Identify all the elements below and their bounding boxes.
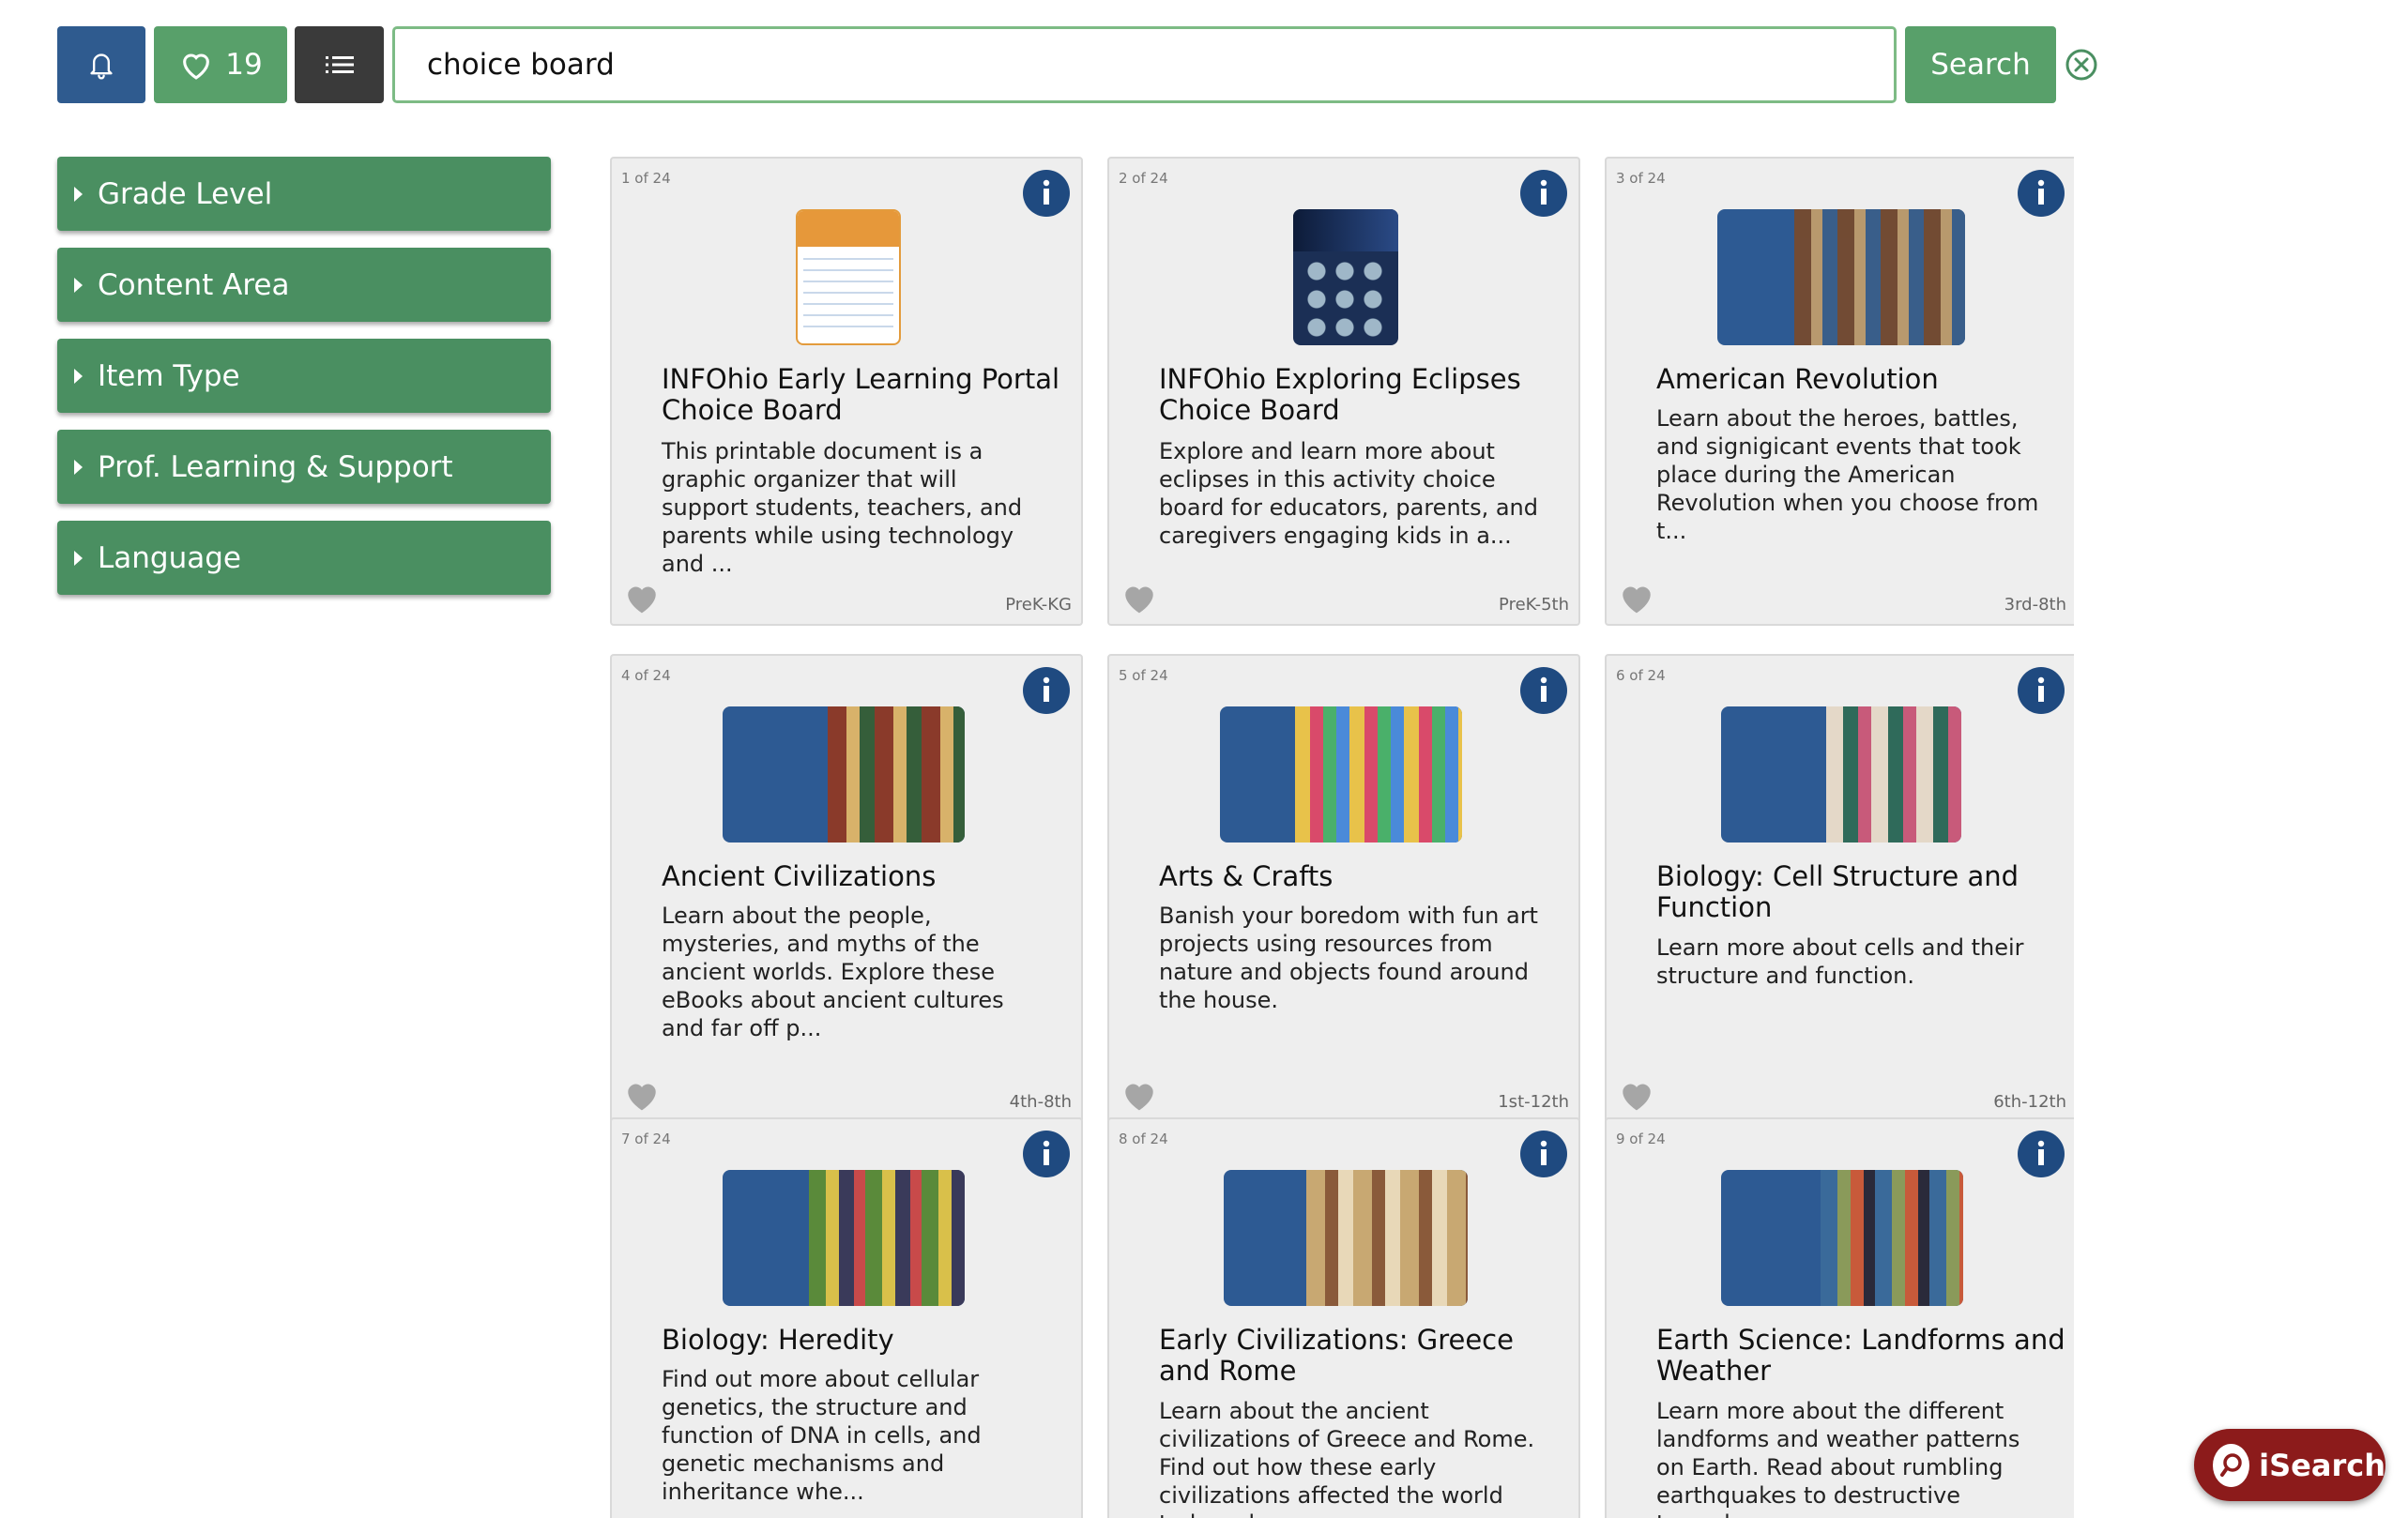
grade-range: PreK-5th bbox=[1499, 595, 1569, 615]
result-position: 3 of 24 bbox=[1616, 170, 1666, 187]
info-icon[interactable] bbox=[2018, 170, 2065, 217]
result-card[interactable]: 4 of 24 Ancient Civilizations Learn abou… bbox=[610, 654, 1083, 1123]
grade-range: 3rd-8th bbox=[2004, 595, 2066, 615]
resource-thumbnail[interactable] bbox=[796, 209, 901, 345]
favorite-heart-icon[interactable] bbox=[623, 1078, 661, 1112]
result-description: Learn about the ancient civilizations of… bbox=[1159, 1398, 1535, 1518]
result-position: 5 of 24 bbox=[1119, 667, 1168, 684]
info-icon[interactable] bbox=[2018, 667, 2065, 714]
resource-thumbnail[interactable] bbox=[723, 706, 965, 842]
result-title[interactable]: Ancient Civilizations bbox=[662, 861, 1074, 892]
result-position: 7 of 24 bbox=[621, 1131, 671, 1147]
isearch-logo-icon bbox=[2213, 1443, 2250, 1487]
search-button[interactable]: Search bbox=[1905, 26, 2056, 103]
result-card[interactable]: 1 of 24 INFOhio Early Learning Portal Ch… bbox=[610, 157, 1083, 626]
result-card[interactable]: 3 of 24 American Revolution Learn about … bbox=[1605, 157, 2074, 626]
resource-thumbnail[interactable] bbox=[1293, 209, 1398, 345]
result-position: 8 of 24 bbox=[1119, 1131, 1168, 1147]
favorite-heart-icon[interactable] bbox=[1618, 1078, 1655, 1112]
result-title[interactable]: INFOhio Exploring Eclipses Choice Board bbox=[1159, 364, 1572, 426]
facet-language[interactable]: Language bbox=[57, 521, 551, 595]
result-position: 1 of 24 bbox=[621, 170, 671, 187]
result-title[interactable]: Biology: Heredity bbox=[662, 1325, 1074, 1356]
result-description: Learn more about cells and their structu… bbox=[1656, 934, 2024, 989]
caret-right-icon bbox=[74, 550, 83, 566]
list-icon bbox=[325, 56, 354, 73]
caret-right-icon bbox=[74, 186, 83, 202]
info-icon[interactable] bbox=[1520, 667, 1567, 714]
caret-right-icon bbox=[74, 277, 83, 293]
result-description: Banish your boredom with fun art project… bbox=[1159, 903, 1538, 1013]
facet-content-area[interactable]: Content Area bbox=[57, 248, 551, 322]
resource-thumbnail[interactable] bbox=[1721, 1170, 1963, 1306]
favorite-heart-icon[interactable] bbox=[1120, 581, 1158, 615]
info-icon[interactable] bbox=[1023, 1131, 1070, 1177]
result-description: Explore and learn more about eclipses in… bbox=[1159, 438, 1538, 549]
result-description: Learn about the people, mysteries, and m… bbox=[662, 903, 1004, 1041]
facet-label: Grade Level bbox=[98, 176, 273, 211]
favorite-heart-icon[interactable] bbox=[1120, 1078, 1158, 1112]
favorite-heart-icon[interactable] bbox=[1618, 581, 1655, 615]
result-description: Learn more about the different landforms… bbox=[1656, 1398, 2020, 1518]
caret-right-icon bbox=[74, 368, 83, 384]
result-title[interactable]: Early Civilizations: Greece and Rome bbox=[1159, 1325, 1572, 1387]
result-title[interactable]: Arts & Crafts bbox=[1159, 861, 1572, 892]
grade-range: 4th-8th bbox=[1009, 1092, 1072, 1112]
result-card[interactable]: 7 of 24 Biology: Heredity Find out more … bbox=[610, 1117, 1083, 1518]
result-card[interactable]: 2 of 24 INFOhio Exploring Eclipses Choic… bbox=[1107, 157, 1580, 626]
facet-label: Language bbox=[98, 540, 241, 575]
favorites-count: 19 bbox=[225, 48, 263, 82]
facet-label: Prof. Learning & Support bbox=[98, 449, 453, 484]
facet-item-type[interactable]: Item Type bbox=[57, 339, 551, 413]
result-title[interactable]: Earth Science: Landforms and Weather bbox=[1656, 1325, 2069, 1387]
info-icon[interactable] bbox=[1520, 170, 1567, 217]
resource-thumbnail[interactable] bbox=[1721, 706, 1961, 842]
isearch-label: iSearch bbox=[2259, 1447, 2385, 1483]
clear-search-icon[interactable] bbox=[2065, 48, 2098, 82]
info-icon[interactable] bbox=[1023, 170, 1070, 217]
resource-thumbnail[interactable] bbox=[723, 1170, 965, 1306]
search-toolbar: 19 Search bbox=[57, 26, 2097, 103]
facet-label: Item Type bbox=[98, 358, 240, 393]
grade-range: 1st-12th bbox=[1498, 1092, 1569, 1112]
resource-thumbnail[interactable] bbox=[1220, 706, 1462, 842]
result-card[interactable]: 8 of 24 Early Civilizations: Greece and … bbox=[1107, 1117, 1580, 1518]
result-card[interactable]: 9 of 24 Earth Science: Landforms and Wea… bbox=[1605, 1117, 2074, 1518]
info-icon[interactable] bbox=[1520, 1131, 1567, 1177]
filter-sidebar: Grade Level Content Area Item Type Prof.… bbox=[57, 157, 551, 612]
notifications-button[interactable] bbox=[57, 26, 145, 103]
heart-outline-icon bbox=[183, 53, 210, 80]
search-input[interactable] bbox=[392, 26, 1897, 103]
result-position: 4 of 24 bbox=[621, 667, 671, 684]
result-position: 9 of 24 bbox=[1616, 1131, 1666, 1147]
result-title[interactable]: American Revolution bbox=[1656, 364, 2069, 395]
facet-prof-learning[interactable]: Prof. Learning & Support bbox=[57, 430, 551, 504]
favorites-button[interactable]: 19 bbox=[154, 26, 287, 103]
result-description: This printable document is a graphic org… bbox=[662, 438, 1023, 577]
grade-range: 6th-12th bbox=[1993, 1092, 2066, 1112]
bell-icon bbox=[90, 53, 113, 80]
result-title[interactable]: Biology: Cell Structure and Function bbox=[1656, 861, 2069, 923]
resource-thumbnail[interactable] bbox=[1717, 209, 1965, 345]
facet-grade-level[interactable]: Grade Level bbox=[57, 157, 551, 231]
result-description: Find out more about cellular genetics, t… bbox=[662, 1366, 982, 1505]
result-card[interactable]: 5 of 24 Arts & Crafts Banish your boredo… bbox=[1107, 654, 1580, 1123]
info-icon[interactable] bbox=[2018, 1131, 2065, 1177]
result-position: 2 of 24 bbox=[1119, 170, 1168, 187]
list-view-button[interactable] bbox=[295, 26, 384, 103]
favorite-heart-icon[interactable] bbox=[623, 581, 661, 615]
results-grid: 1 of 24 INFOhio Early Learning Portal Ch… bbox=[610, 157, 2074, 1518]
result-description: Learn about the heroes, battles, and sig… bbox=[1656, 405, 2039, 544]
info-icon[interactable] bbox=[1023, 667, 1070, 714]
facet-label: Content Area bbox=[98, 267, 290, 302]
resource-thumbnail[interactable] bbox=[1224, 1170, 1468, 1306]
grade-range: PreK-KG bbox=[1005, 595, 1072, 615]
result-position: 6 of 24 bbox=[1616, 667, 1666, 684]
result-title[interactable]: INFOhio Early Learning Portal Choice Boa… bbox=[662, 364, 1074, 426]
caret-right-icon bbox=[74, 459, 83, 475]
isearch-button[interactable]: iSearch bbox=[2194, 1429, 2385, 1501]
result-card[interactable]: 6 of 24 Biology: Cell Structure and Func… bbox=[1605, 654, 2074, 1123]
